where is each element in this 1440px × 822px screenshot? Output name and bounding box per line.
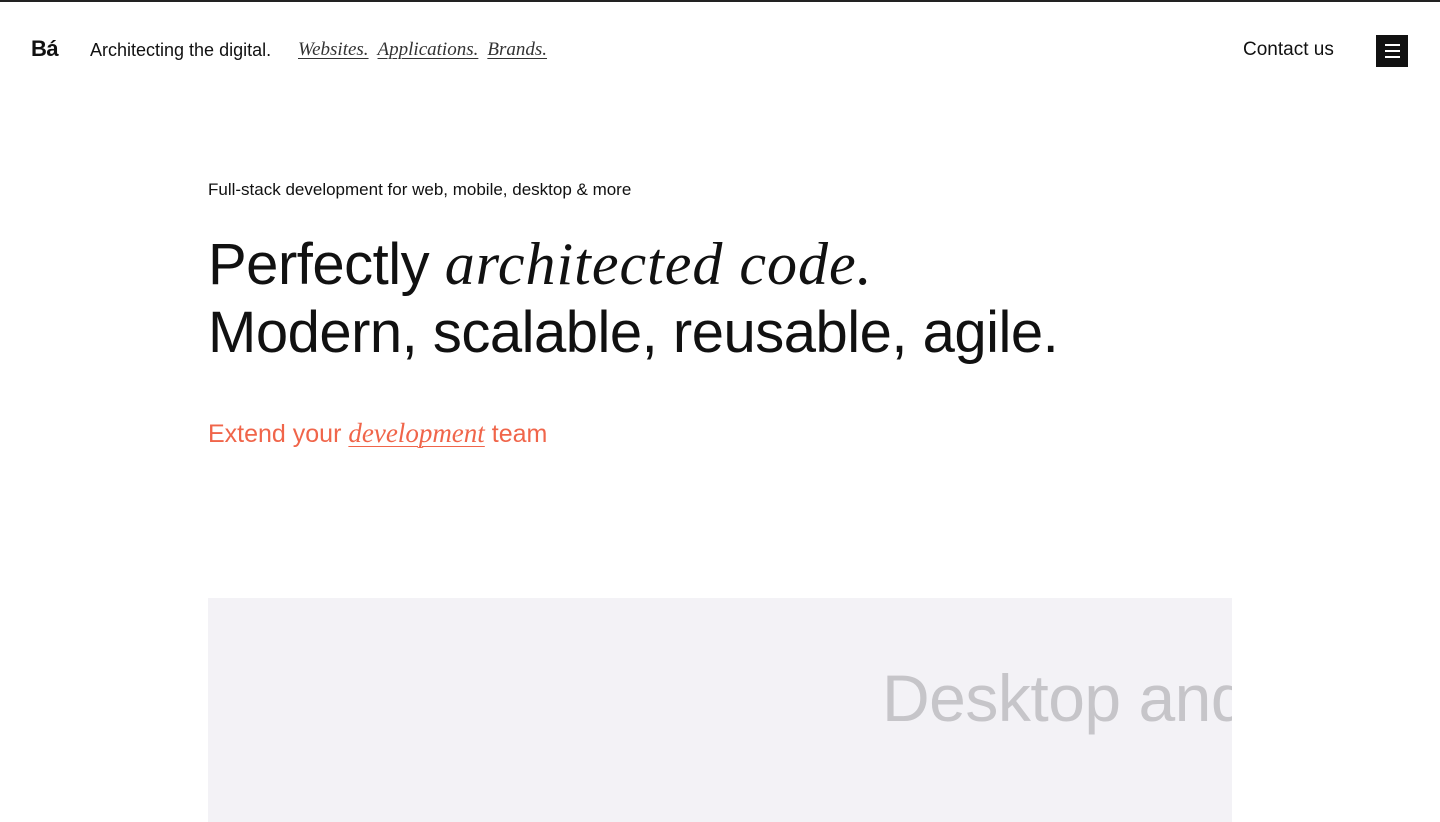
hamburger-menu-icon-line — [1384, 56, 1400, 58]
hamburger-menu-icon — [1384, 44, 1400, 46]
contact-us-link[interactable]: Contact us — [1243, 39, 1334, 61]
hero-section: Full-stack development for web, mobile, … — [208, 180, 1232, 367]
headline-line2: Modern, scalable, reusable, agile. — [208, 300, 1059, 365]
nav-link-brands[interactable]: Brands. — [487, 39, 547, 61]
nav-link-websites[interactable]: Websites. — [298, 39, 369, 61]
extend-team-link[interactable]: Extend your development team — [208, 418, 547, 449]
cta-text-end: team — [484, 420, 548, 448]
cta-text-start: Extend your — [208, 420, 349, 448]
menu-button[interactable] — [1376, 35, 1408, 67]
site-header: Bá Architecting the digital. Websites. A… — [0, 2, 1440, 98]
headline-line1-plain: Perfectly — [208, 232, 445, 297]
logo[interactable]: Bá — [31, 36, 59, 62]
hamburger-menu-icon-line — [1384, 50, 1400, 52]
primary-nav: Websites. Applications. Brands. — [298, 39, 547, 61]
panel-heading: Desktop and — [882, 661, 1232, 735]
headline-line1-serif: architected code. — [444, 231, 873, 297]
nav-link-applications[interactable]: Applications. — [378, 39, 479, 61]
tagline: Architecting the digital. — [90, 40, 272, 60]
hero-subhead: Full-stack development for web, mobile, … — [208, 180, 632, 199]
hero-headline: Perfectly architected code. Modern, scal… — [208, 230, 1232, 367]
showcase-panel: Desktop and — [208, 598, 1232, 822]
cta-text-serif: development — [348, 418, 485, 448]
